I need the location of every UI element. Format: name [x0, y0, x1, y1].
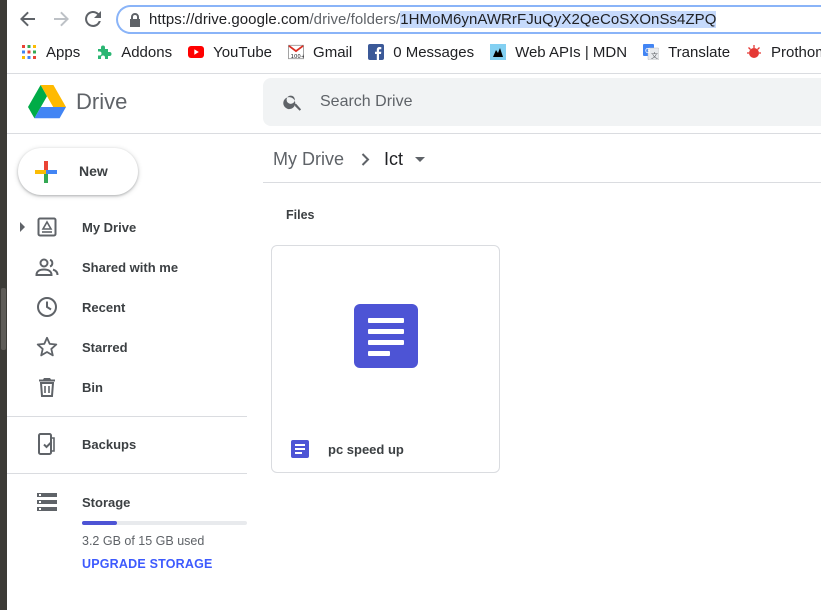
bookmark-label: Prothom [771, 43, 821, 61]
doc-thumbnail-icon [354, 304, 418, 368]
sidebar-item-my-drive[interactable]: My Drive [7, 207, 247, 247]
youtube-icon [188, 44, 205, 60]
url-selected-id: 1HMoM6ynAWRrFJuQyX2QeCoSXOnSs4ZPQ [400, 11, 717, 28]
search-placeholder: Search Drive [320, 93, 413, 110]
back-arrow-icon [20, 11, 35, 27]
clock-icon [35, 295, 59, 319]
bookmark-addons[interactable]: Addons [96, 39, 172, 65]
reload-icon [85, 10, 101, 27]
search-icon[interactable] [282, 91, 304, 113]
bookmark-apps[interactable]: Apps [21, 39, 80, 65]
storage-icon [35, 490, 59, 514]
window-resize-handle[interactable] [1, 288, 6, 350]
sidebar-item-storage[interactable]: Storage [7, 482, 247, 522]
sidebar-item-backups[interactable]: Backups [7, 424, 247, 464]
sidebar-item-starred[interactable]: Starred [7, 327, 247, 367]
bookmark-label: Gmail [313, 43, 353, 61]
sidebar-divider [7, 416, 247, 417]
files-section-heading: Files [286, 208, 315, 222]
new-button[interactable]: New [18, 148, 138, 195]
sidebar-item-label: Recent [82, 300, 126, 315]
bookmarks-bar: Apps Addons YouTube 100+ Gmail 0 Message… [21, 39, 821, 65]
sidebar-item-label: My Drive [82, 220, 137, 235]
sidebar-item-label: Shared with me [82, 260, 179, 275]
thumbnail-line [368, 318, 404, 323]
file-card[interactable]: pc speed up [271, 245, 500, 473]
sidebar-item-label: Starred [82, 340, 128, 355]
new-button-label: New [79, 163, 108, 179]
bookmark-mdn[interactable]: Web APIs | MDN [490, 39, 627, 65]
icon-line [295, 452, 302, 454]
gmail-icon: 100+ [288, 44, 305, 60]
bookmark-label: Web APIs | MDN [515, 43, 628, 61]
mdn-icon [490, 44, 507, 60]
browser-toolbar: https://drive.google.com/drive/folders/1… [7, 0, 821, 74]
upgrade-storage-link[interactable]: UPGRADE STORAGE [82, 557, 213, 571]
translate-icon: G文 [643, 44, 660, 60]
url-path: /drive/folders/ [309, 11, 401, 28]
bookmark-gmail[interactable]: 100+ Gmail [288, 39, 352, 65]
sidebar-item-recent[interactable]: Recent [7, 287, 247, 327]
file-name: pc speed up [328, 442, 404, 457]
bookmark-youtube[interactable]: YouTube [188, 39, 272, 65]
forward-button[interactable] [48, 6, 74, 32]
storage-usage-text: 3.2 GB of 15 GB used [82, 534, 205, 548]
sidebar-divider [7, 473, 247, 474]
bookmark-prothom[interactable]: Prothom [746, 39, 821, 65]
forward-arrow-icon [54, 11, 69, 27]
lock-icon [130, 13, 140, 27]
facebook-icon [368, 44, 385, 60]
icon-line [295, 448, 305, 450]
header-divider [7, 133, 821, 134]
sidebar-item-bin[interactable]: Bin [7, 367, 247, 407]
desktop-edge [0, 0, 7, 610]
google-doc-icon [291, 440, 309, 458]
bookmark-label: 0 Messages [393, 43, 475, 61]
trash-icon [35, 375, 59, 399]
svg-text:文: 文 [651, 51, 658, 60]
star-icon [35, 335, 59, 359]
thumbnail-line [368, 329, 404, 334]
apps-grid-icon [21, 44, 37, 60]
bookmark-facebook[interactable]: 0 Messages [368, 39, 474, 65]
sidebar-item-label: Bin [82, 380, 103, 395]
drive-logo[interactable]: Drive [28, 85, 127, 119]
plus-icon [35, 161, 57, 183]
bookmark-translate[interactable]: G文 Translate [643, 39, 730, 65]
backup-device-icon [35, 432, 59, 456]
app-name: Drive [76, 89, 128, 114]
sidebar-item-label: Storage [82, 495, 131, 510]
icon-line [295, 444, 305, 446]
prothom-icon [746, 44, 762, 60]
svg-text:100+: 100+ [291, 54, 304, 60]
puzzle-icon [96, 44, 112, 60]
bookmark-label: YouTube [213, 43, 273, 61]
breadcrumb: My Drive Ict [273, 147, 426, 171]
chevron-right-icon [361, 152, 370, 166]
search-bar[interactable]: Search Drive [263, 78, 821, 126]
drive-logo-icon [28, 85, 66, 119]
shared-people-icon [35, 255, 59, 279]
dropdown-arrow-icon[interactable] [415, 156, 426, 162]
my-drive-icon [35, 215, 59, 239]
reload-button[interactable] [80, 6, 106, 32]
sidebar-item-shared[interactable]: Shared with me [7, 247, 247, 287]
svg-text:G: G [645, 47, 650, 55]
bookmark-label: Apps [46, 43, 81, 61]
address-bar[interactable]: https://drive.google.com/drive/folders/1… [116, 5, 821, 34]
thumbnail-line [368, 340, 404, 345]
thumbnail-line [368, 351, 390, 356]
breadcrumb-my-drive[interactable]: My Drive [273, 149, 344, 170]
bookmark-label: Translate [668, 43, 731, 61]
sidebar-item-label: Backups [82, 437, 137, 452]
storage-usage-bar [82, 521, 247, 525]
expand-caret-icon[interactable] [20, 222, 25, 232]
storage-usage-fill [82, 521, 117, 525]
bookmark-label: Addons [121, 43, 173, 61]
back-button[interactable] [15, 6, 41, 32]
main-divider [263, 182, 821, 183]
breadcrumb-current-folder[interactable]: Ict [384, 149, 403, 170]
url-host: https://drive.google.com [149, 11, 310, 28]
url-text[interactable]: https://drive.google.com/drive/folders/1… [149, 11, 717, 28]
